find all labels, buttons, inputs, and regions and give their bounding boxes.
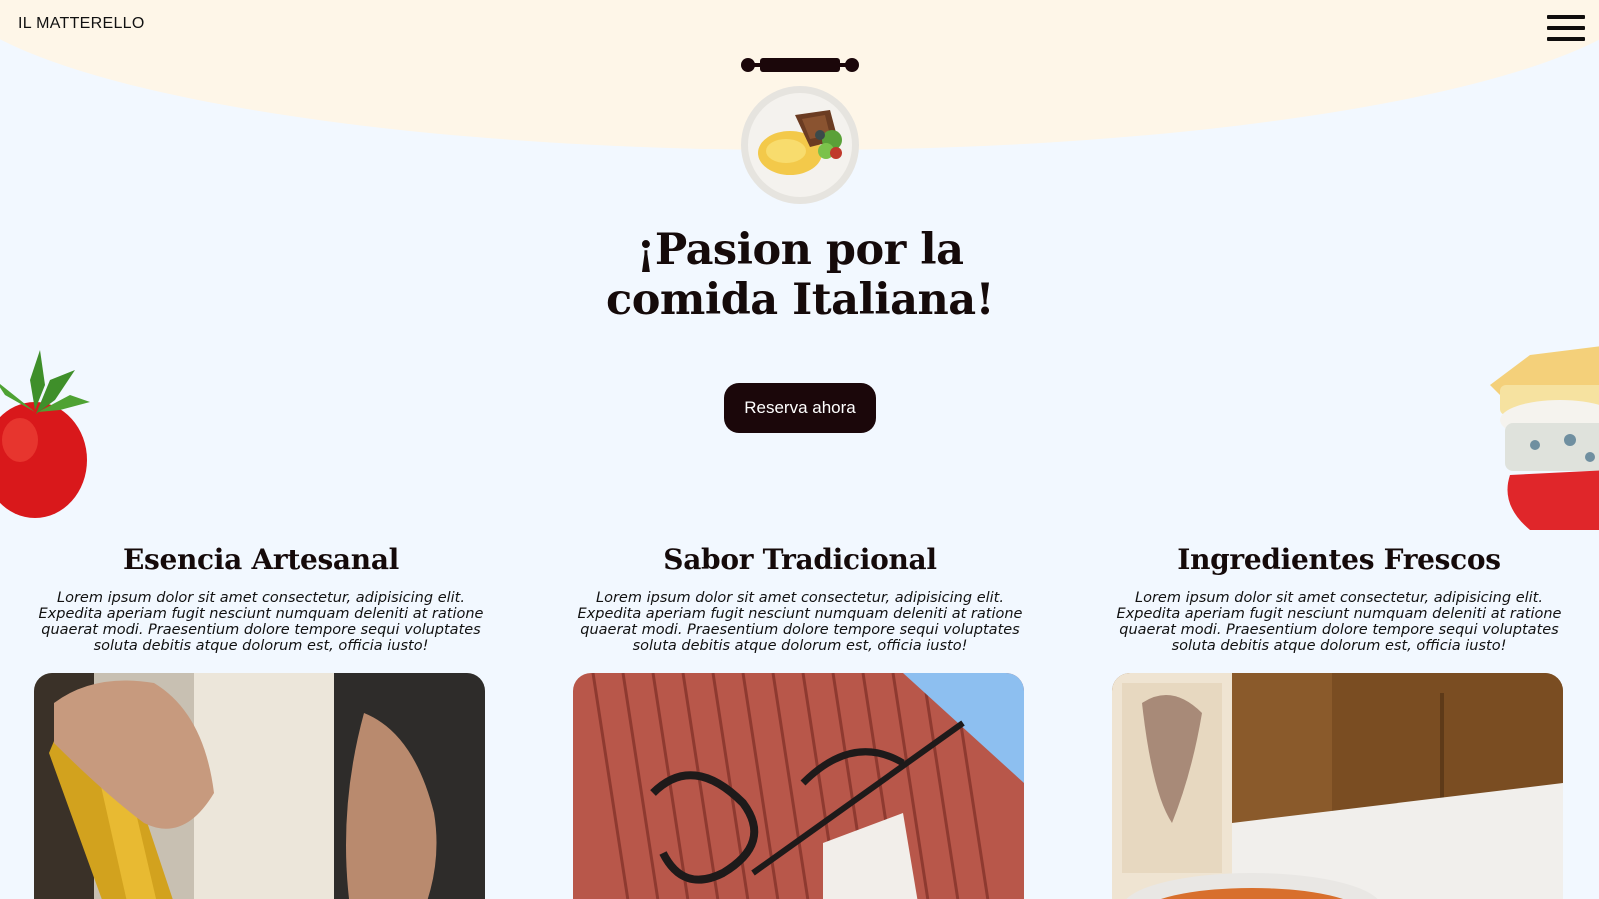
feature-photo-street-sign xyxy=(573,673,1024,899)
feature-title: Ingredientes Frescos xyxy=(1177,543,1501,576)
hero-dish-image xyxy=(741,86,859,204)
hero-title-line-1: ¡Pasion por la xyxy=(636,225,964,275)
feature-description: Lorem ipsum dolor sit amet consectetur, … xyxy=(1116,590,1562,654)
feature-title: Sabor Tradicional xyxy=(663,543,937,576)
feature-title: Esencia Artesanal xyxy=(122,543,400,576)
feature-description: Lorem ipsum dolor sit amet consectetur, … xyxy=(577,590,1023,654)
feature-card-tradicional: Sabor Tradicional Lorem ipsum dolor sit … xyxy=(565,540,1035,899)
feature-photo-olive-oil xyxy=(34,673,485,899)
hero-title-line-2: comida Italiana! xyxy=(606,275,994,325)
feature-description: Lorem ipsum dolor sit amet consectetur, … xyxy=(38,590,484,654)
brand-logo[interactable]: IL MATTERELLO xyxy=(18,15,145,33)
rolling-pin-icon xyxy=(741,58,859,72)
tomato-image xyxy=(0,350,90,518)
feature-photo-wine-bottle xyxy=(1112,673,1563,899)
menu-bar xyxy=(1547,37,1585,41)
menu-bar xyxy=(1547,15,1585,19)
cheese-stack-image xyxy=(1490,346,1599,530)
menu-bar xyxy=(1547,26,1585,30)
feature-card-artesanal: Esencia Artesanal Lorem ipsum dolor sit … xyxy=(26,540,496,899)
feature-card-frescos: Ingredientes Frescos Lorem ipsum dolor s… xyxy=(1104,540,1574,899)
reserve-button[interactable]: Reserva ahora xyxy=(724,383,876,433)
hero-title: ¡Pasion por la comida Italiana! xyxy=(500,225,1100,325)
hamburger-menu-icon[interactable] xyxy=(1547,15,1585,43)
